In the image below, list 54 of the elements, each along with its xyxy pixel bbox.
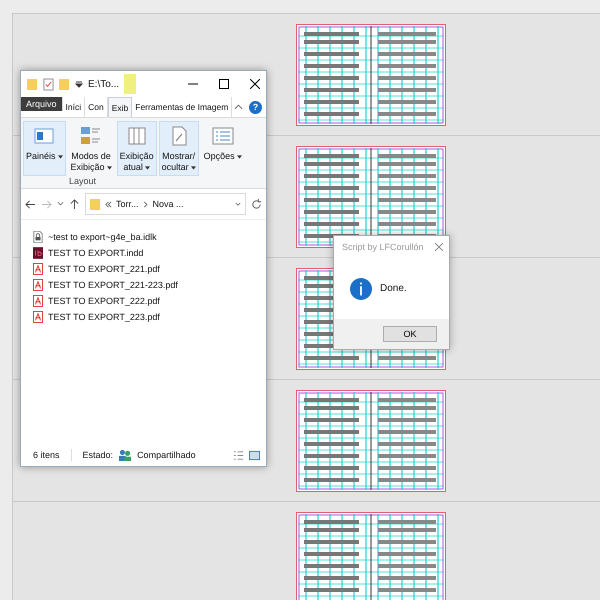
people-icon — [118, 449, 132, 461]
dialog-message: Done. — [380, 283, 407, 294]
up-arrow-icon[interactable] — [69, 198, 80, 210]
status-value: Compartilhado — [137, 450, 196, 460]
ribbon-tab[interactable]: Arquivo — [21, 97, 63, 111]
file-item[interactable]: TEST TO EXPORT.indd — [33, 246, 254, 260]
item-count: 6 itens — [33, 450, 60, 460]
file-item[interactable]: TEST TO EXPORT_221.pdf — [33, 262, 254, 276]
overflow-chevrons-icon — [105, 200, 112, 208]
status-label: Estado: — [82, 450, 114, 460]
breadcrumb-item[interactable]: Torr... — [116, 199, 139, 209]
ribbon-button[interactable]: Painéis — [23, 121, 66, 176]
pdf-file-icon — [33, 311, 43, 323]
pdf-file-icon — [33, 263, 43, 275]
breadcrumb-item[interactable]: Nova ... — [152, 199, 184, 209]
ribbon-button[interactable]: Modos de Exibição — [68, 121, 115, 176]
help-button[interactable]: ? — [249, 100, 262, 114]
file-item[interactable]: TEST TO EXPORT_223.pdf — [33, 310, 254, 324]
ribbon-tab[interactable]: Exib — [108, 97, 132, 117]
info-icon — [350, 278, 372, 300]
pdf-file-icon — [33, 295, 43, 307]
window-title: E:\To... — [88, 78, 120, 90]
caret-icon — [144, 166, 150, 170]
file-item[interactable]: TEST TO EXPORT_221-223.pdf — [33, 278, 254, 292]
caret-icon — [236, 154, 242, 158]
caret-icon — [190, 166, 196, 170]
dropdown-icon[interactable] — [75, 80, 83, 88]
address-bar[interactable]: Torr... Nova ... — [85, 193, 246, 215]
chevron-right-icon — [142, 200, 149, 208]
lock-file-icon — [33, 231, 43, 243]
caret-icon — [106, 166, 112, 170]
ok-button[interactable]: OK — [383, 326, 437, 342]
indesign-file-icon — [33, 247, 43, 259]
refresh-icon[interactable] — [251, 198, 262, 210]
ribbon-button[interactable]: Opções — [200, 121, 245, 176]
back-arrow-icon[interactable] — [25, 198, 36, 210]
collapse-icon[interactable] — [234, 104, 243, 110]
ribbon-button[interactable]: Mostrar/ ocultar — [158, 121, 199, 176]
ribbon-button[interactable]: Exibição atual — [116, 121, 157, 176]
highlight-mark — [124, 74, 136, 94]
pdf-file-icon — [33, 279, 43, 291]
folder-icon — [90, 198, 101, 210]
large-icons-view-icon[interactable] — [249, 450, 260, 460]
dialog-title: Script by LFCorullón — [342, 242, 424, 252]
close-icon[interactable] — [250, 79, 260, 89]
chevron-down-icon[interactable] — [57, 201, 64, 207]
maximize-icon[interactable] — [219, 79, 229, 89]
chevron-down-icon[interactable] — [235, 200, 241, 208]
group-label: Layout — [69, 176, 96, 186]
caret-icon — [58, 154, 63, 158]
file-item[interactable]: TEST TO EXPORT_222.pdf — [33, 294, 254, 308]
checklist-icon[interactable] — [43, 78, 54, 90]
file-item[interactable]: ~test to export~g4e_ba.idlk — [33, 230, 254, 244]
details-view-icon[interactable] — [233, 450, 244, 460]
